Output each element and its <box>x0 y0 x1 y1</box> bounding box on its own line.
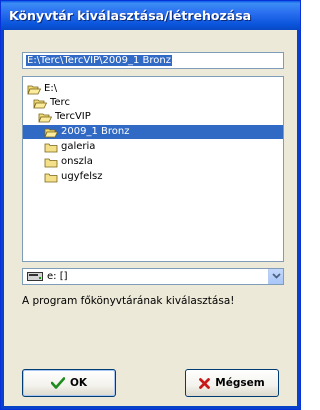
open-folder-icon <box>33 99 47 109</box>
tree-item-label: galeria <box>61 141 96 152</box>
tree-item-label: TercVIP <box>55 111 91 122</box>
tree-item-label: onszla <box>61 156 93 167</box>
tree-item-label: E:\ <box>44 83 58 94</box>
tree-item-ugyfelsz[interactable]: ugyfelsz <box>44 170 103 184</box>
status-text: A program főkönyvtárának kiválasztása! <box>22 295 235 307</box>
tree-item-onszla[interactable]: onszla <box>44 155 93 169</box>
dialog-window: Könyvtár kiválasztása/létrehozása E:\Ter… <box>0 0 301 410</box>
chevron-down-icon <box>272 273 281 279</box>
tree-item-terc[interactable]: Terc <box>33 96 70 110</box>
tree-item-tercvip[interactable]: TercVIP <box>38 110 91 124</box>
folder-icon <box>44 173 58 183</box>
checkmark-icon <box>50 377 65 389</box>
drive-icon <box>27 272 43 281</box>
dropdown-button[interactable] <box>268 269 283 284</box>
ok-button-label: OK <box>69 377 88 389</box>
window-frame-bottom <box>1 406 300 409</box>
tree-item-2009-1-bronz[interactable]: 2009_1 Bronz <box>23 125 283 139</box>
folder-icon <box>44 143 58 153</box>
tree-item-root[interactable]: E:\ <box>27 82 57 96</box>
tree-item-label: Terc <box>50 97 70 108</box>
window-title: Könyvtár kiválasztása/létrehozása <box>1 1 300 30</box>
cancel-button[interactable]: Mégsem <box>185 369 279 397</box>
folder-tree[interactable]: E:\ Terc TercVIP 2009_1 Bronz galeria on… <box>22 76 284 262</box>
path-input[interactable]: E:\Terc\TercVIP\2009_1 Bronz <box>22 52 284 69</box>
open-folder-icon <box>44 128 58 138</box>
tree-item-label: 2009_1 Bronz <box>61 126 130 137</box>
drive-select-value: e: [] <box>47 271 68 282</box>
ok-button[interactable]: OK <box>22 369 116 397</box>
window-frame-left <box>1 30 4 409</box>
folder-icon <box>44 158 58 168</box>
path-input-value: E:\Terc\TercVIP\2009_1 Bronz <box>26 55 172 66</box>
tree-item-label: ugyfelsz <box>61 171 103 182</box>
window-frame-right <box>297 30 300 409</box>
close-icon <box>199 377 211 389</box>
tree-item-galeria[interactable]: galeria <box>44 140 95 154</box>
open-folder-icon <box>38 113 52 123</box>
open-folder-icon <box>27 85 41 95</box>
drive-select[interactable]: e: [] <box>22 268 284 285</box>
cancel-button-label: Mégsem <box>215 377 265 389</box>
